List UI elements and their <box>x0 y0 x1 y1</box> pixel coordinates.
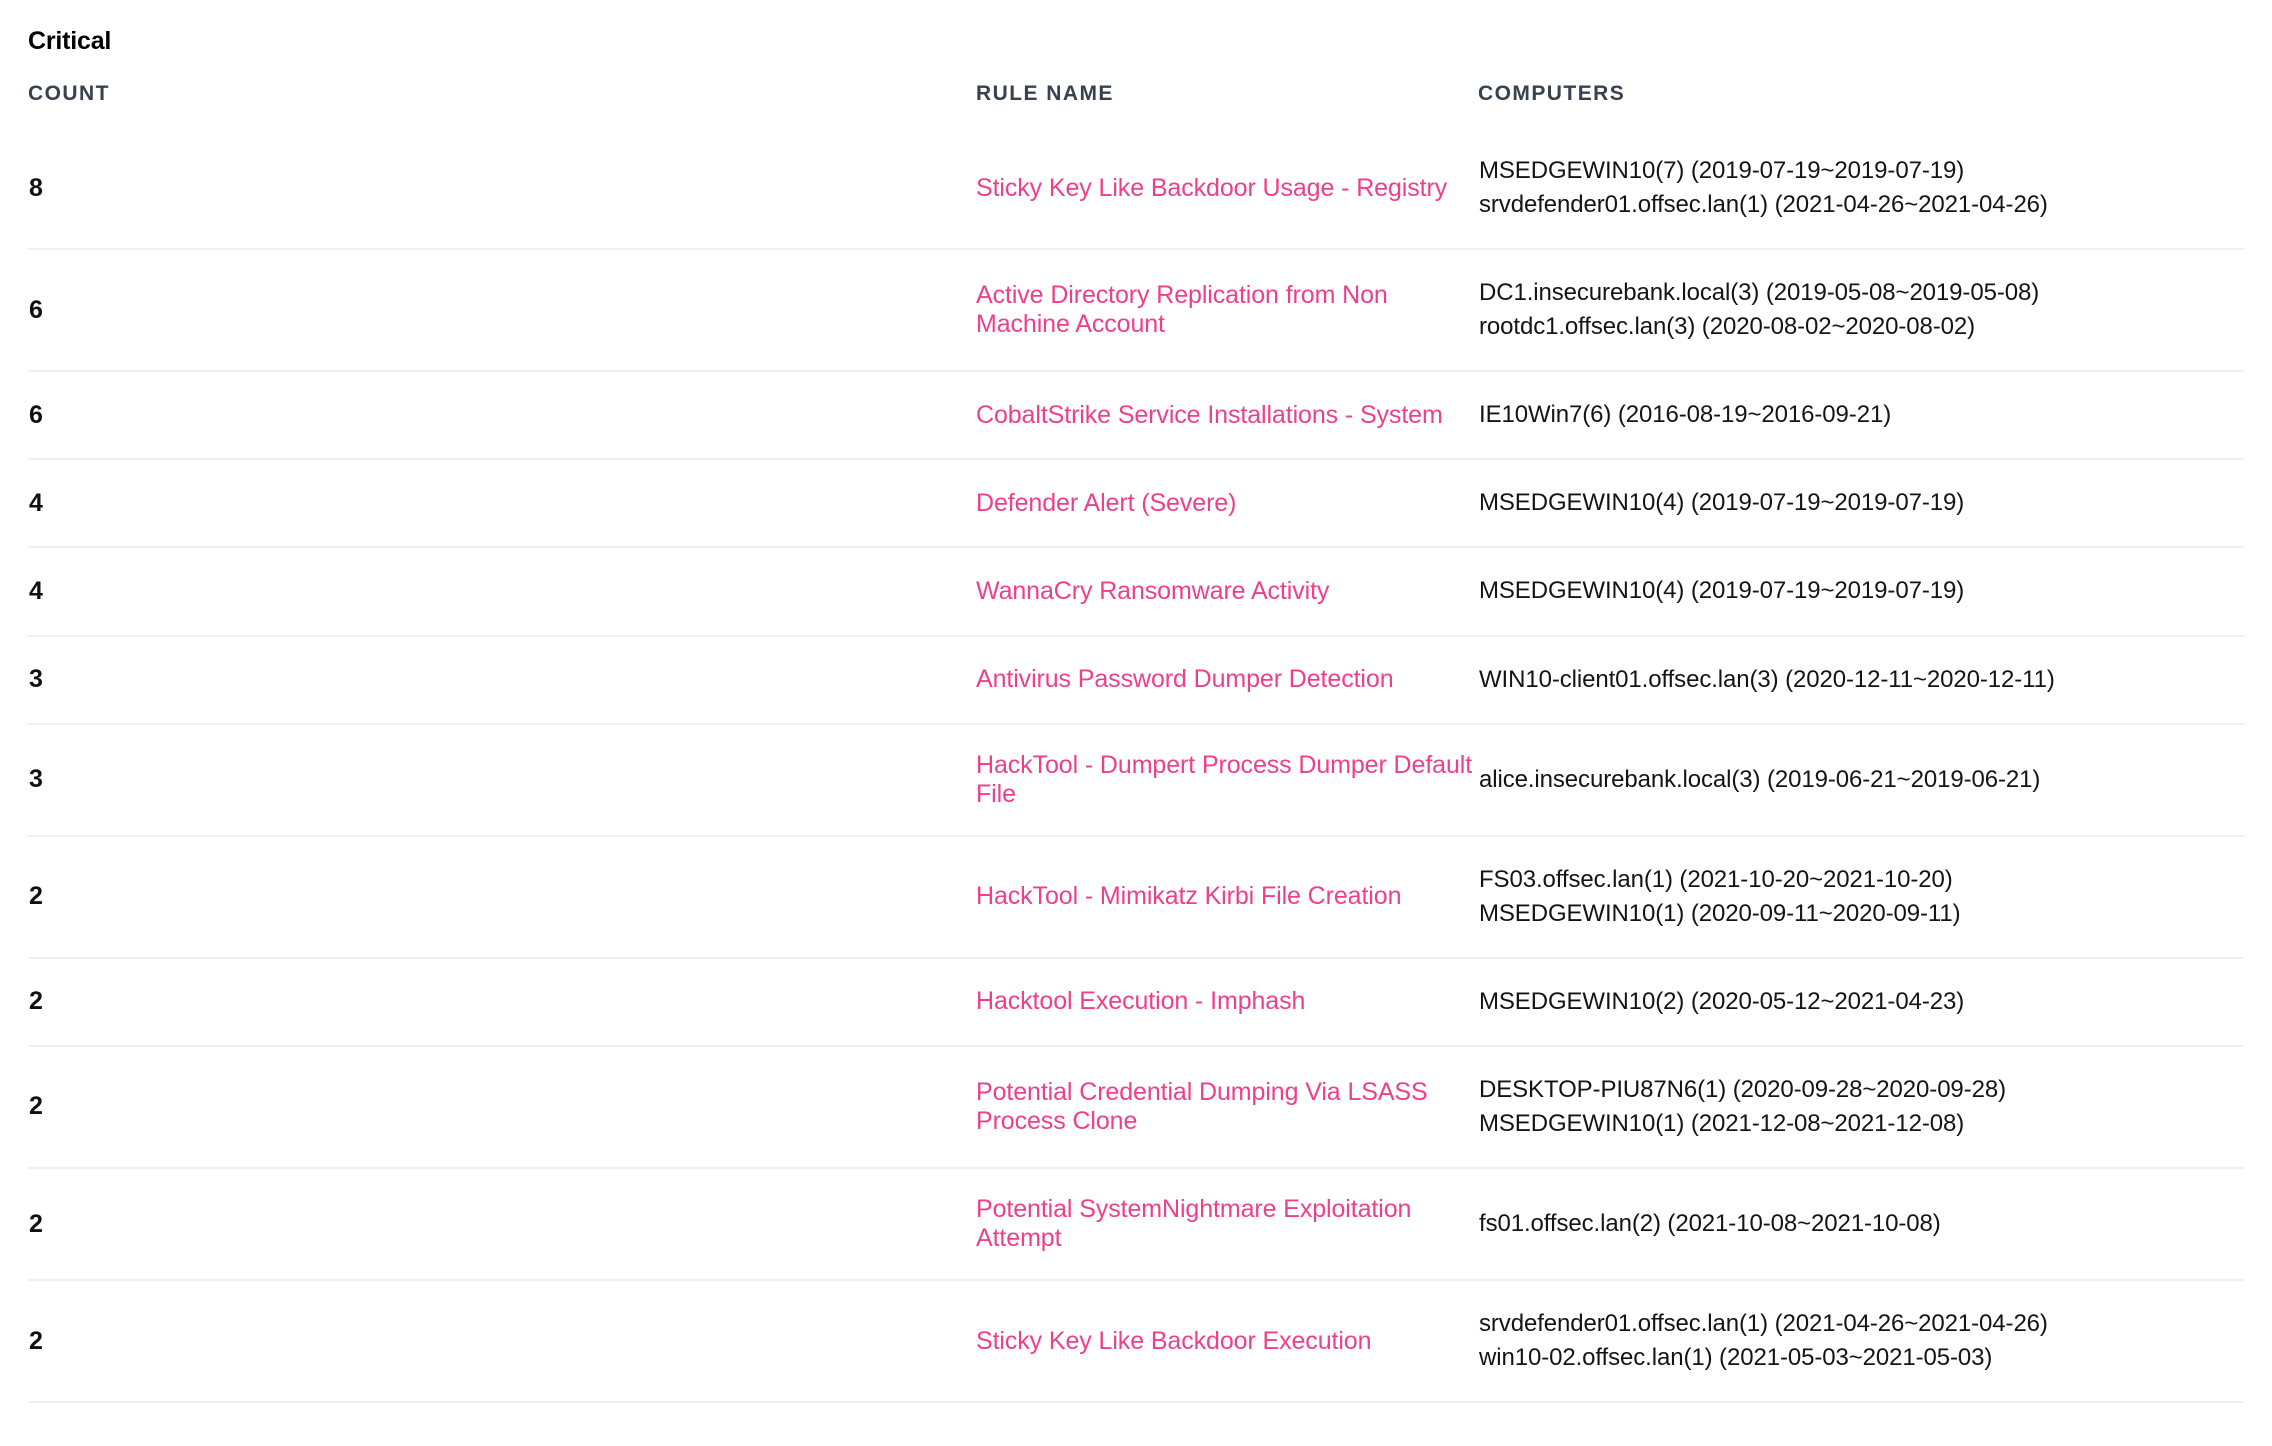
computer-entry: win10-02.offsec.lan(1) (2021-05-03~2021-… <box>1479 1344 1993 1372</box>
cell-computers: fs01.offsec.lan(2) (2021-10-08~2021-10-0… <box>1478 1168 2244 1280</box>
computer-entry: rootdc1.offsec.lan(3) (2020-08-02~2020-0… <box>1479 313 1976 341</box>
table-row: 6 CobaltStrike Service Installations - Sy… <box>28 371 2244 459</box>
table-row: 4 Defender Alert (Severe) MSEDGEWIN10(4) (… <box>28 459 2244 547</box>
cell-count: 6 <box>29 400 44 429</box>
critical-alerts-page: Critical COUNT RULE NAME COMPUTERS 8 Stic… <box>0 0 2272 1446</box>
table-row: 4 WannaCry Ransomware Activity MSEDGEWIN10… <box>28 547 2244 635</box>
cell-computers: srvdefender01.offsec.lan(1) (2021-04-26~… <box>1478 1280 2244 1402</box>
cell-rule-name: Hacktool Execution - Imphash <box>488 958 1478 1046</box>
table-body: 8 Sticky Key Like Backdoor Usage - Regist… <box>28 128 2244 1403</box>
cell-rule-name: CobaltStrike Service Installations - Sys… <box>488 371 1478 459</box>
column-header-computers: COMPUTERS <box>1478 82 1626 105</box>
cell-computers: FS03.offsec.lan(1) (2021-10-20~2021-10-2… <box>1478 836 2244 958</box>
cell-rule-name: Defender Alert (Severe) <box>488 459 1478 547</box>
cell-count: 4 <box>29 577 44 605</box>
cell-count: 4 <box>29 488 44 517</box>
cell-count: 2 <box>29 1209 44 1238</box>
table-row: 6 Active Directory Replication from Non M… <box>28 249 2244 371</box>
cell-count: 2 <box>29 1092 44 1121</box>
cell-computers: alice.insecurebank.local(3) (2019-06-21~… <box>1478 724 2244 836</box>
computer-entry: fs01.offsec.lan(2) (2021-10-08~2021-10-0… <box>1479 1209 1941 1237</box>
rule-name-link[interactable]: Active Directory Replication from Non Ma… <box>976 281 1477 339</box>
table-row: 2 Sticky Key Like Backdoor Execution srvde… <box>28 1280 2244 1403</box>
computer-entry: MSEDGEWIN10(7) (2019-07-19~2019-07-19) <box>1479 157 1965 184</box>
cell-computers: DC1.insecurebank.local(3) (2019-05-08~20… <box>1478 249 2244 371</box>
table-row: 2 HackTool - Mimikatz Kirbi File Creation… <box>28 835 2244 958</box>
rule-name-link[interactable]: Sticky Key Like Backdoor Execution <box>976 1327 1372 1356</box>
rule-name-link[interactable]: CobaltStrike Service Installations - Sys… <box>976 401 1443 430</box>
cell-count: 6 <box>29 295 44 324</box>
cell-count: 3 <box>29 765 44 794</box>
computer-entry: MSEDGEWIN10(1) (2021-12-08~2021-12-08) <box>1479 1109 1965 1137</box>
computer-entry: srvdefender01.offsec.lan(1) (2021-04-26~… <box>1479 191 2048 219</box>
table-row: 2 Potential Credential Dumping Via LSASS … <box>28 1045 2244 1168</box>
computer-entry: DESKTOP-PIU87N6(1) (2020-09-28~2020-09-2… <box>1479 1075 2006 1103</box>
computer-entry: DC1.insecurebank.local(3) (2019-05-08~20… <box>1479 279 2040 307</box>
computer-entry: MSEDGEWIN10(2) (2020-05-12~2021-04-23) <box>1479 987 1965 1015</box>
column-header-count: COUNT <box>28 82 110 105</box>
computer-entry: MSEDGEWIN10(1) (2020-09-11~2020-09-11) <box>1479 899 1961 927</box>
cell-rule-name: Sticky Key Like Backdoor Usage - Registr… <box>488 128 1478 249</box>
page-title: Critical <box>28 27 112 55</box>
rule-name-link[interactable]: Defender Alert (Severe) <box>976 489 1236 518</box>
cell-rule-name: Potential SystemNightmare Exploitation A… <box>488 1168 1478 1280</box>
table-row: 3 Antivirus Password Dumper Detection WIN1… <box>28 635 2244 724</box>
table-row: 8 Sticky Key Like Backdoor Usage - Regist… <box>28 128 2244 249</box>
cell-rule-name: WannaCry Ransomware Activity <box>488 547 1478 635</box>
column-header-rule-name: RULE NAME <box>976 82 1114 105</box>
rule-name-link[interactable]: Potential Credential Dumping Via LSASS P… <box>976 1078 1477 1136</box>
computer-entry: MSEDGEWIN10(4) (2019-07-19~2019-07-19) <box>1479 577 1965 605</box>
computer-entry: IE10Win7(6) (2016-08-19~2016-09-21) <box>1479 401 1892 429</box>
table-row: 3 HackTool - Dumpert Process Dumper Defau… <box>28 723 2244 836</box>
cell-rule-name: HackTool - Dumpert Process Dumper Defaul… <box>488 724 1478 836</box>
computer-entry: WIN10-client01.offsec.lan(3) (2020-12-11… <box>1479 665 2055 693</box>
cell-rule-name: Antivirus Password Dumper Detection <box>488 636 1478 724</box>
cell-computers: IE10Win7(6) (2016-08-19~2016-09-21) <box>1478 371 2244 459</box>
table-row: 2 Hacktool Execution - Imphash MSEDGEWIN10… <box>28 957 2244 1046</box>
table-row: 2 Potential SystemNightmare Exploitation … <box>28 1168 2244 1280</box>
cell-count: 3 <box>29 665 44 694</box>
cell-computers: MSEDGEWIN10(7) (2019-07-19~2019-07-19) sr… <box>1478 128 2244 249</box>
rule-name-link[interactable]: Potential SystemNightmare Exploitation A… <box>976 1195 1477 1253</box>
cell-computers: MSEDGEWIN10(2) (2020-05-12~2021-04-23) <box>1478 958 2244 1046</box>
rule-name-link[interactable]: WannaCry Ransomware Activity <box>976 577 1329 606</box>
rule-name-link[interactable]: Hacktool Execution - Imphash <box>976 987 1305 1016</box>
rule-name-link[interactable]: Sticky Key Like Backdoor Usage - Registr… <box>976 174 1447 203</box>
table-header: COUNT RULE NAME COMPUTERS <box>28 82 2244 128</box>
computer-entry: FS03.offsec.lan(1) (2021-10-20~2021-10-2… <box>1479 865 1953 893</box>
cell-computers: WIN10-client01.offsec.lan(3) (2020-12-11… <box>1478 636 2244 724</box>
computer-entry: alice.insecurebank.local(3) (2019-06-21~… <box>1479 765 2041 793</box>
computer-entry: srvdefender01.offsec.lan(1) (2021-04-26~… <box>1479 1310 2048 1338</box>
cell-rule-name: Sticky Key Like Backdoor Execution <box>488 1280 1478 1402</box>
cell-rule-name: Active Directory Replication from Non Ma… <box>488 249 1478 371</box>
cell-computers: DESKTOP-PIU87N6(1) (2020-09-28~2020-09-2… <box>1478 1046 2244 1168</box>
cell-count: 8 <box>29 173 44 202</box>
computer-entry: MSEDGEWIN10(4) (2019-07-19~2019-07-19) <box>1479 489 1965 517</box>
critical-alerts-table: COUNT RULE NAME COMPUTERS 8 Sticky Key Li… <box>28 82 2244 1403</box>
cell-computers: MSEDGEWIN10(4) (2019-07-19~2019-07-19) <box>1478 459 2244 547</box>
rule-name-link[interactable]: HackTool - Dumpert Process Dumper Defaul… <box>976 751 1477 809</box>
cell-computers: MSEDGEWIN10(4) (2019-07-19~2019-07-19) <box>1478 547 2244 635</box>
cell-count: 2 <box>29 987 44 1016</box>
cell-count: 2 <box>29 1326 44 1355</box>
table-header-row: COUNT RULE NAME COMPUTERS <box>28 82 2244 128</box>
rule-name-link[interactable]: Antivirus Password Dumper Detection <box>976 665 1394 694</box>
cell-rule-name: HackTool - Mimikatz Kirbi File Creation <box>488 836 1478 958</box>
rule-name-link[interactable]: HackTool - Mimikatz Kirbi File Creation <box>976 882 1401 911</box>
cell-count: 2 <box>29 882 44 911</box>
cell-rule-name: Potential Credential Dumping Via LSASS P… <box>488 1046 1478 1168</box>
